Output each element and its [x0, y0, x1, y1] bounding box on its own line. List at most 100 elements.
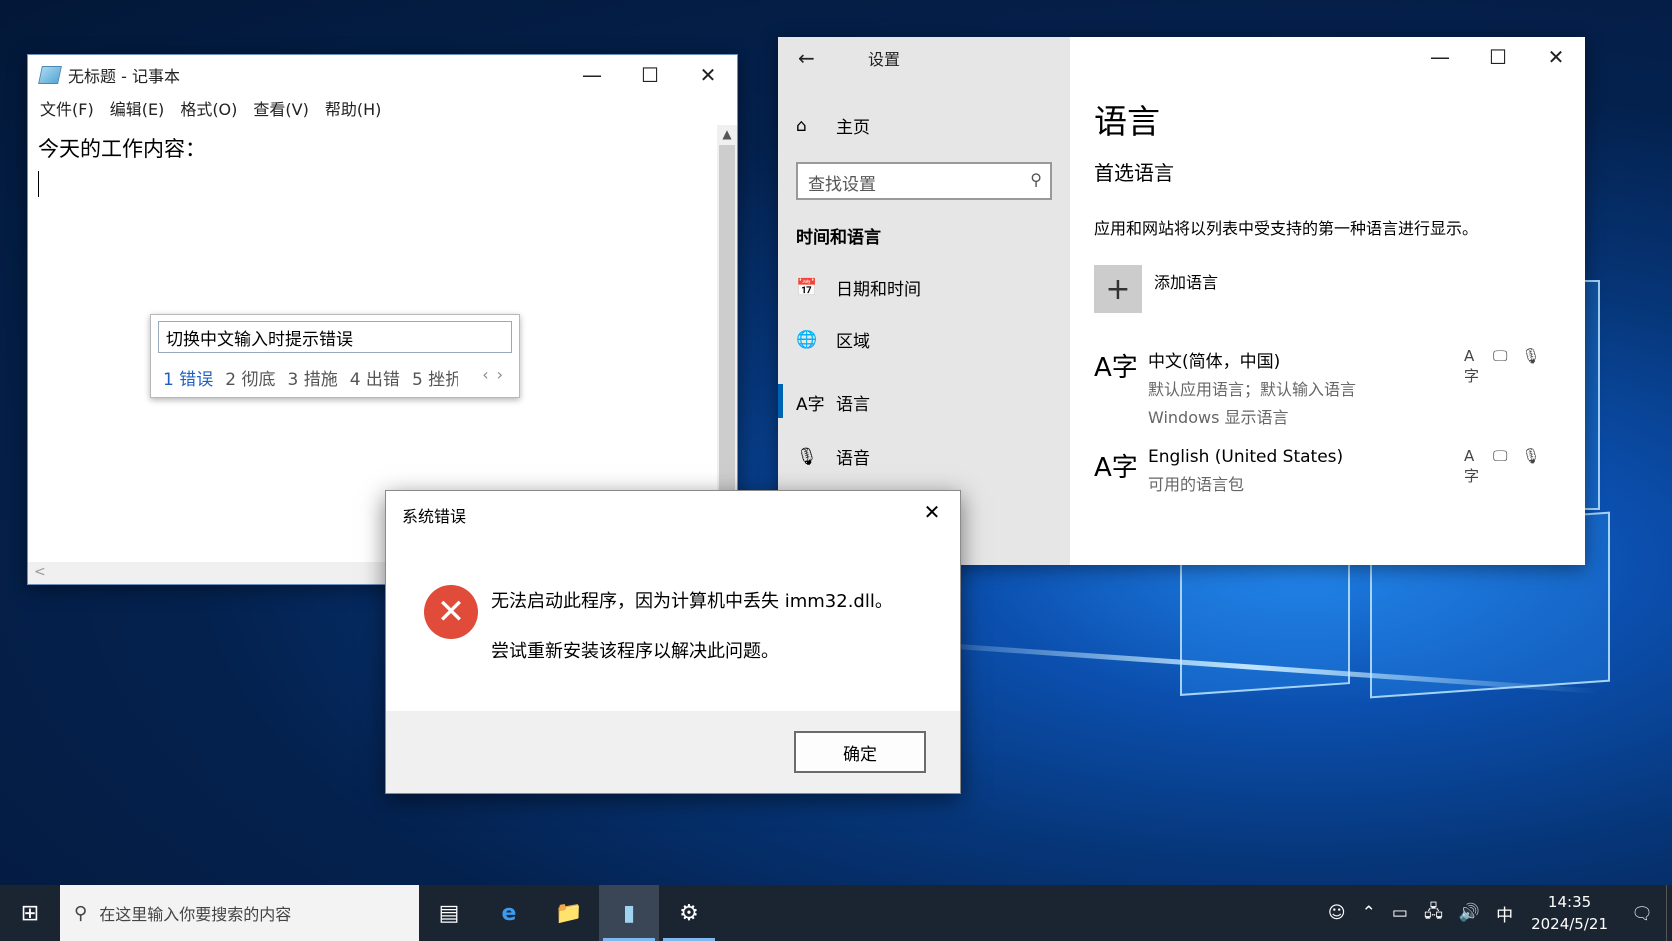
section-title: 首选语言	[1094, 161, 1174, 185]
maximize-button[interactable]: ☐	[621, 55, 679, 95]
speech-icon: 🎙	[1521, 347, 1541, 365]
language-name: English (United States)	[1148, 447, 1344, 467]
sidebar-item-region[interactable]: 🌐 区域	[796, 327, 870, 353]
close-button[interactable]: ✕	[679, 55, 737, 95]
notepad-taskbar-button[interactable]: ▮	[599, 885, 659, 941]
clock[interactable]: 14:35 2024/5/21	[1521, 891, 1618, 935]
ime-candidate[interactable]: 2 彻底	[225, 365, 275, 390]
window-title: 无标题 - 记事本	[68, 67, 180, 86]
sidebar-item-label: 语音	[836, 449, 870, 469]
start-button[interactable]: ⊞	[0, 885, 60, 941]
language-glyph-icon: A字	[1094, 453, 1138, 483]
settings-taskbar-button[interactable]: ⚙	[659, 885, 719, 941]
task-view-button[interactable]: ▤	[419, 885, 479, 941]
error-icon: ✕	[424, 585, 478, 639]
notification-icon: 🗨	[1631, 903, 1653, 924]
network-icon[interactable]: 🖧	[1416, 899, 1451, 928]
settings-title: 设置	[868, 50, 901, 69]
language-item-english[interactable]: A字 English (United States) 可用的语言包 A字 🖵 🎙	[1094, 447, 1541, 495]
sidebar-item-label: 日期和时间	[836, 280, 921, 300]
show-desktop-button[interactable]	[1666, 885, 1672, 941]
settings-sidebar: ← 设置 ⌂ 主页 查找设置 ⚲ 时间和语言 📅 日期和时间 🌐 区域 A字 语…	[778, 37, 1070, 565]
minimize-button[interactable]: —	[1411, 37, 1469, 77]
menu-help[interactable]: 帮助(H)	[325, 96, 382, 120]
people-icon[interactable]: ☺	[1320, 903, 1354, 923]
active-indicator	[778, 384, 783, 418]
notepad-titlebar[interactable]: 无标题 - 记事本 — ☐ ✕	[28, 55, 737, 95]
language-glyph-icon: A字	[1094, 353, 1138, 383]
language-icon: A字	[796, 395, 825, 415]
settings-search-input[interactable]: 查找设置 ⚲	[796, 162, 1052, 200]
sidebar-item-language[interactable]: A字 语言	[796, 390, 870, 415]
add-language-button[interactable]: + 添加语言	[1094, 265, 1218, 313]
volume-icon[interactable]: 🔊	[1451, 903, 1488, 923]
ime-page-nav[interactable]: ‹›	[482, 365, 511, 384]
system-tray: ☺ ⌃ ▭ 🖧 🔊 中 14:35 2024/5/21 🗨	[1320, 885, 1672, 941]
action-center-button[interactable]: 🗨	[1618, 903, 1666, 924]
dialog-footer: 确定	[386, 711, 960, 793]
search-icon: ⚲	[1030, 170, 1042, 189]
sidebar-item-date-time[interactable]: 📅 日期和时间	[796, 275, 921, 301]
ime-candidate-window: 切换中文输入时提示错误 1 错误 2 彻底 3 措施 4 出错 5 挫折 ‹›	[150, 314, 520, 398]
sidebar-item-speech[interactable]: 🎙 语音	[796, 444, 870, 470]
calendar-clock-icon: 📅	[796, 277, 818, 298]
menu-file[interactable]: 文件(F)	[40, 96, 94, 120]
clock-time: 14:35	[1547, 893, 1592, 911]
category-heading: 时间和语言	[796, 228, 881, 248]
chevron-up-icon[interactable]: ⌃	[1354, 903, 1384, 923]
ime-candidate[interactable]: 4 出错	[350, 365, 400, 390]
error-dialog[interactable]: 系统错误 ✕ ✕ 无法启动此程序，因为计算机中丢失 imm32.dll。 尝试重…	[385, 490, 961, 794]
close-button[interactable]: ✕	[1527, 37, 1585, 77]
language-features: A字 🖵 🎙	[1464, 347, 1541, 386]
sidebar-item-label: 语言	[836, 395, 870, 415]
taskbar-search-box[interactable]: ⚲ 在这里输入你要搜索的内容	[60, 885, 419, 941]
language-features: A字 🖵 🎙	[1464, 447, 1541, 486]
edge-button[interactable]: e	[479, 885, 539, 941]
menu-edit[interactable]: 编辑(E)	[110, 96, 165, 120]
back-arrow-icon[interactable]: ←	[798, 46, 838, 70]
page-title: 语言	[1094, 102, 1160, 141]
language-name: 中文(简体，中国)	[1148, 352, 1281, 372]
notepad-icon: ▮	[622, 900, 636, 926]
minimize-button[interactable]: —	[563, 55, 621, 95]
error-message: 无法启动此程序，因为计算机中丢失 imm32.dll。	[491, 591, 893, 612]
battery-icon[interactable]: ▭	[1384, 903, 1416, 923]
taskbar: ⊞ ⚲ 在这里输入你要搜索的内容 ▤ e 📁 ▮ ⚙ ☺ ⌃ ▭ 🖧 🔊 中 1…	[0, 885, 1672, 941]
ime-candidate[interactable]: 5 挫折	[412, 365, 458, 390]
ime-indicator[interactable]: 中	[1488, 901, 1521, 926]
home-label: 主页	[836, 118, 870, 138]
maximize-button[interactable]: ☐	[1469, 37, 1527, 77]
edge-icon: e	[501, 900, 517, 926]
clock-date: 2024/5/21	[1531, 915, 1608, 933]
ime-candidate[interactable]: 1 错误	[163, 365, 213, 390]
chevron-right-icon[interactable]: ›	[497, 365, 511, 384]
language-detail: Windows 显示语言	[1148, 408, 1289, 427]
file-explorer-button[interactable]: 📁	[539, 885, 599, 941]
scroll-up-icon[interactable]: ▲	[717, 127, 737, 141]
globe-icon: 🌐	[796, 329, 818, 350]
language-item-chinese[interactable]: A字 中文(简体，中国) 默认应用语言；默认输入语言 Windows 显示语言 …	[1094, 347, 1541, 428]
ime-candidate[interactable]: 3 措施	[287, 365, 337, 390]
close-button[interactable]: ✕	[914, 497, 950, 527]
plus-icon: +	[1094, 265, 1142, 313]
text-caret	[38, 171, 39, 197]
sidebar-item-home[interactable]: ⌂ 主页	[796, 113, 870, 139]
display-icon: 🖵	[1493, 447, 1508, 465]
error-hint: 尝试重新安装该程序以解决此问题。	[491, 641, 779, 662]
settings-window[interactable]: ← 设置 ⌂ 主页 查找设置 ⚲ 时间和语言 📅 日期和时间 🌐 区域 A字 语…	[778, 37, 1585, 565]
windows-logo-icon: ⊞	[20, 900, 40, 926]
search-placeholder: 查找设置	[808, 175, 876, 195]
menu-view[interactable]: 查看(V)	[253, 96, 308, 120]
ok-button[interactable]: 确定	[794, 731, 926, 773]
language-pack-icon: A字	[1464, 447, 1480, 485]
folder-icon: 📁	[555, 900, 583, 926]
editor-text: 今天的工作内容：	[38, 137, 206, 161]
menu-format[interactable]: 格式(O)	[180, 96, 237, 120]
scroll-left-icon[interactable]: <	[34, 564, 46, 580]
section-description: 应用和网站将以列表中受支持的第一种语言进行显示。	[1094, 219, 1479, 238]
menu-bar: 文件(F) 编辑(E) 格式(O) 查看(V) 帮助(H)	[28, 95, 737, 121]
chevron-left-icon[interactable]: ‹	[482, 365, 496, 384]
sidebar-item-label: 区域	[836, 332, 870, 352]
search-icon: ⚲	[74, 902, 88, 924]
search-placeholder: 在这里输入你要搜索的内容	[99, 905, 292, 924]
